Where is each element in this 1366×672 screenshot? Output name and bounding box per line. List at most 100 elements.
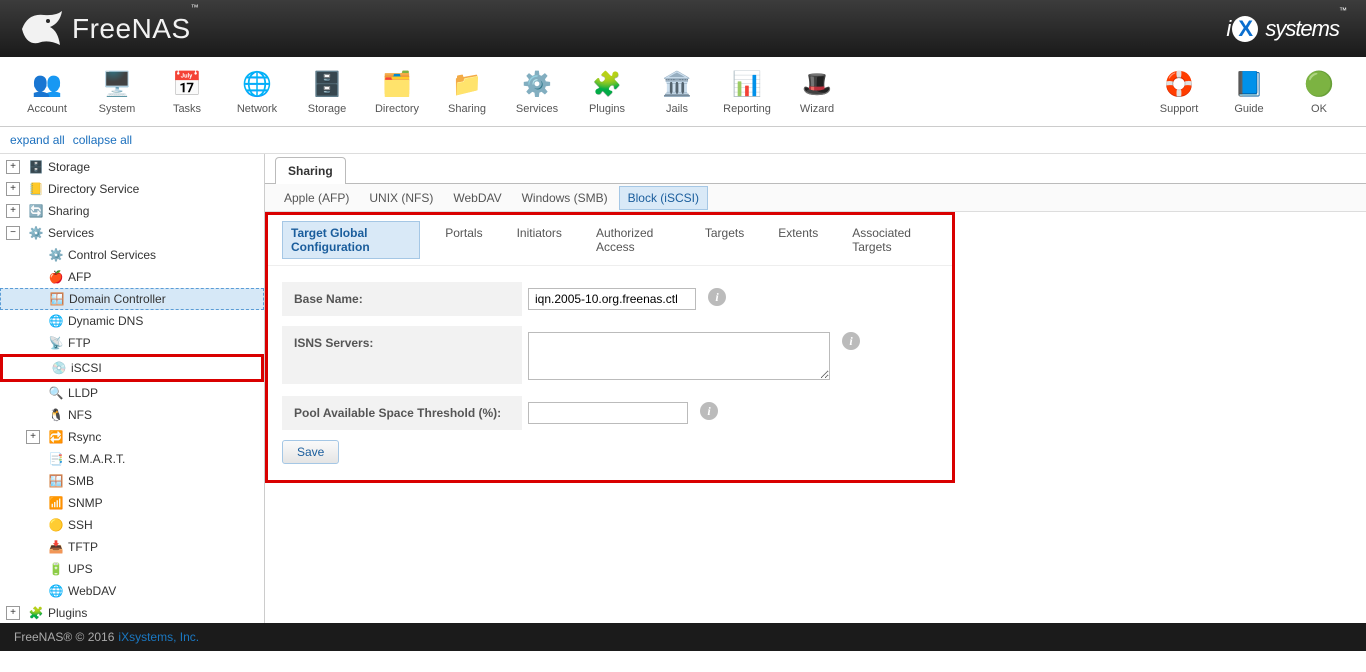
tree-node-icon: ⚙️ <box>28 225 44 241</box>
tree-item-label: SMB <box>68 474 94 488</box>
tree-item-afp[interactable]: 🍎AFP <box>0 266 264 288</box>
tree-node-icon: ⚙️ <box>48 247 64 263</box>
ixsystems-logo[interactable]: iX systems™ <box>1226 16 1346 42</box>
tree-node-icon: 📑 <box>48 451 64 467</box>
toolbar-guide[interactable]: 📘Guide <box>1214 69 1284 115</box>
toolbar-ok[interactable]: 🟢OK <box>1284 69 1354 115</box>
sub-tab-webdav[interactable]: WebDAV <box>444 186 510 210</box>
tree-item-control-services[interactable]: ⚙️Control Services <box>0 244 264 266</box>
storage-icon: 🗄️ <box>311 69 343 101</box>
iscsi-inner-tabs: Target Global Configuration Portals Initia… <box>268 215 952 266</box>
toolbar-support[interactable]: 🛟Support <box>1144 69 1214 115</box>
tree-item-webdav[interactable]: 🌐WebDAV <box>0 580 264 602</box>
tree-item-services[interactable]: −⚙️ Services <box>0 222 264 244</box>
toolbar-account[interactable]: 👥Account <box>12 69 82 115</box>
reporting-icon: 📊 <box>731 69 763 101</box>
tree-item-dynamic-dns[interactable]: 🌐 Dynamic DNS <box>0 310 264 332</box>
tree-node-icon: 🌐 <box>48 313 64 329</box>
info-icon[interactable]: i <box>708 288 726 306</box>
info-icon[interactable]: i <box>842 332 860 350</box>
tree-item-label: LLDP <box>68 386 98 400</box>
target-global-config-form: Base Name: i ISNS Servers: i Pool Availa… <box>268 266 952 480</box>
inner-tab-portals[interactable]: Portals <box>436 221 491 259</box>
toolbar-storage[interactable]: 🗄️Storage <box>292 69 362 115</box>
footer-link[interactable]: iXsystems, Inc. <box>118 630 199 644</box>
toolbar-reporting[interactable]: 📊Reporting <box>712 69 782 115</box>
sub-tab-apple-afp-[interactable]: Apple (AFP) <box>275 186 358 210</box>
pool-threshold-label: Pool Available Space Threshold (%): <box>282 396 522 430</box>
sub-tab-block-iscsi-[interactable]: Block (iSCSI) <box>619 186 708 210</box>
tree-item-directory-service[interactable]: +📒Directory Service <box>0 178 264 200</box>
tree-item-ups[interactable]: 🔋 UPS <box>0 558 264 580</box>
toolbar-services[interactable]: ⚙️Services <box>502 69 572 115</box>
tree-node-icon: 📥 <box>48 539 64 555</box>
tree-item-snmp[interactable]: 📶SNMP <box>0 492 264 514</box>
top-tab-strip: Sharing <box>265 154 1366 184</box>
tree-item-ssh[interactable]: 🟡SSH <box>0 514 264 536</box>
toolbar-jails[interactable]: 🏛️Jails <box>642 69 712 115</box>
tree-item-rsync[interactable]: +🔁Rsync <box>0 426 264 448</box>
toolbar-network[interactable]: 🌐Network <box>222 69 292 115</box>
ok-icon: 🟢 <box>1303 69 1335 101</box>
inner-tab-target-global-configuration[interactable]: Target Global Configuration <box>282 221 420 259</box>
tree-item-sharing[interactable]: +🔄Sharing <box>0 200 264 222</box>
inner-tab-authorized-access[interactable]: Authorized Access <box>587 221 680 259</box>
tree-expander-icon[interactable]: + <box>6 182 20 196</box>
inner-tab-extents[interactable]: Extents <box>769 221 827 259</box>
tree-item-s-m-a-r-t-[interactable]: 📑S.M.A.R.T. <box>0 448 264 470</box>
tree-item-smb[interactable]: 🪟SMB <box>0 470 264 492</box>
inner-tab-targets[interactable]: Targets <box>696 221 753 259</box>
collapse-all-link[interactable]: collapse all <box>73 133 132 147</box>
tree-node-icon: 🗄️ <box>28 159 44 175</box>
tree-item-label: Services <box>48 226 94 240</box>
tree-expander-icon[interactable]: + <box>26 430 40 444</box>
tree-item-iscsi[interactable]: 💿iSCSI <box>3 357 261 379</box>
toolbar-wizard[interactable]: 🎩Wizard <box>782 69 852 115</box>
tree-node-icon: 🪟 <box>49 291 65 307</box>
tree-item-tftp[interactable]: 📥TFTP <box>0 536 264 558</box>
toolbar-plugins[interactable]: 🧩Plugins <box>572 69 642 115</box>
toolbar-directory[interactable]: 🗂️Directory <box>362 69 432 115</box>
tree-item-label: WebDAV <box>68 584 116 598</box>
tree-node-icon: 🐧 <box>48 407 64 423</box>
tab-sharing[interactable]: Sharing <box>275 157 346 184</box>
sharing-sub-tabs: Apple (AFP)UNIX (NFS)WebDAVWindows (SMB)… <box>265 184 1366 212</box>
tree-expander-icon[interactable]: − <box>6 226 20 240</box>
content-pane: Sharing Apple (AFP)UNIX (NFS)WebDAVWindo… <box>265 154 1366 623</box>
tasks-icon: 📅 <box>171 69 203 101</box>
tree-item-storage[interactable]: + 🗄️ Storage <box>0 156 264 178</box>
tree-item-ftp[interactable]: 📡FTP <box>0 332 264 354</box>
base-name-input[interactable] <box>528 288 696 310</box>
expand-all-link[interactable]: expand all <box>10 133 65 147</box>
tree-item-lldp[interactable]: 🔍 LLDP <box>0 382 264 404</box>
tree-expander-icon[interactable]: + <box>6 606 20 620</box>
isns-servers-textarea[interactable] <box>528 332 830 380</box>
toolbar-tasks[interactable]: 📅Tasks <box>152 69 222 115</box>
pool-threshold-input[interactable] <box>528 402 688 424</box>
footer-text: FreeNAS® © 2016 <box>14 630 114 644</box>
inner-tab-associated-targets[interactable]: Associated Targets <box>843 221 938 259</box>
toolbar-system[interactable]: 🖥️System <box>82 69 152 115</box>
tree-node-icon: 🔍 <box>48 385 64 401</box>
tree-item-label: SSH <box>68 518 93 532</box>
tree-item-label: Dynamic DNS <box>68 314 143 328</box>
network-icon: 🌐 <box>241 69 273 101</box>
tree-item-nfs[interactable]: 🐧NFS <box>0 404 264 426</box>
info-icon[interactable]: i <box>700 402 718 420</box>
tree-item-domain-controller[interactable]: 🪟Domain Controller <box>0 288 264 310</box>
freenas-logo: FreeNAS™ <box>20 9 199 49</box>
tree-expander-icon[interactable]: + <box>6 204 20 218</box>
tree-item-label: UPS <box>68 562 93 576</box>
save-button[interactable]: Save <box>282 440 339 464</box>
toolbar-sharing[interactable]: 📁Sharing <box>432 69 502 115</box>
tree-item-label: SNMP <box>68 496 103 510</box>
sub-tab-windows-smb-[interactable]: Windows (SMB) <box>513 186 617 210</box>
tree-item-plugins[interactable]: +🧩Plugins <box>0 602 264 623</box>
sub-tab-unix-nfs-[interactable]: UNIX (NFS) <box>360 186 442 210</box>
inner-tab-initiators[interactable]: Initiators <box>508 221 571 259</box>
tree-item-label: Storage <box>48 160 90 174</box>
main-toolbar: 👥Account🖥️System📅Tasks🌐Network🗄️Storage🗂… <box>0 57 1366 127</box>
tree-node-icon: 🔋 <box>48 561 64 577</box>
tree-item-label: Directory Service <box>48 182 139 196</box>
tree-expander-icon[interactable]: + <box>6 160 20 174</box>
